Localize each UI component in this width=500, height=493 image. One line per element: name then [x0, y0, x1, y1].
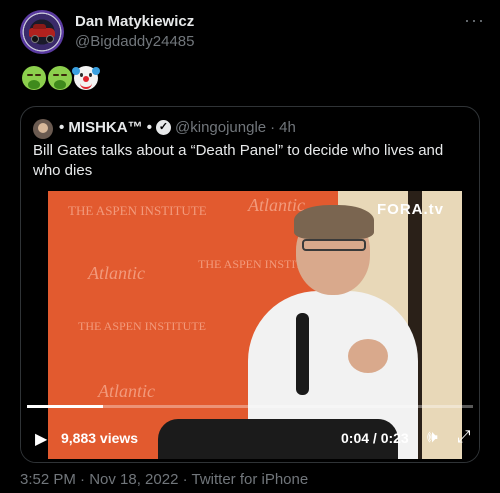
tweet-timestamp[interactable]: 3:52 PM · Nov 18, 2022 · Twitter for iPh…: [20, 471, 308, 488]
video-watermark: Atlantic: [98, 381, 155, 401]
video-frame: THE ASPEN INSTITUTE THE ASPEN INSTITUTE …: [48, 191, 462, 459]
clown-face-icon: [72, 66, 100, 90]
verified-badge-icon: ✓: [156, 120, 172, 135]
nauseated-face-icon: [48, 66, 72, 90]
author-avatar[interactable]: [20, 10, 64, 54]
speaker-glasses: [302, 239, 366, 251]
quoted-tweet-time[interactable]: 4h: [279, 119, 296, 136]
video-progress-fill: [27, 405, 103, 408]
video-watermark: THE ASPEN INSTITUTE: [68, 203, 207, 218]
quoted-tweet-card[interactable]: • MISHKA™ • ✓ @kingojungle · 4h Bill Gat…: [20, 106, 480, 463]
video-player[interactable]: THE ASPEN INSTITUTE THE ASPEN INSTITUTE …: [21, 189, 479, 462]
speaker-hair: [294, 205, 374, 239]
tweet-emojis: [22, 66, 100, 90]
author-handle[interactable]: @Bigdaddy24485: [75, 33, 195, 50]
fullscreen-icon[interactable]: ⤢: [457, 427, 471, 447]
quoted-author-name[interactable]: • MISHKA™ •: [59, 119, 152, 136]
volume-icon[interactable]: 🕪: [427, 427, 438, 447]
channel-logo: FORA.tv: [377, 201, 444, 218]
view-count: 9,883 views: [61, 430, 139, 446]
video-watermark: Atlantic: [88, 263, 145, 283]
quoted-tweet-text: Bill Gates talks about a “Death Panel” t…: [33, 142, 444, 179]
more-options-icon[interactable]: ···: [464, 10, 485, 31]
video-time: 0:04 / 0:23: [341, 430, 409, 446]
microphone: [296, 313, 309, 395]
author-name[interactable]: Dan Matykiewicz: [75, 13, 194, 30]
video-progress-bar[interactable]: [27, 405, 473, 408]
avatar-wheel: [46, 35, 54, 43]
video-watermark: THE ASPEN INSTITUTE: [78, 319, 206, 333]
play-icon[interactable]: ▶: [35, 429, 47, 449]
quoted-author-row: • MISHKA™ • ✓ @kingojungle · 4h: [59, 119, 296, 136]
quoted-author-handle[interactable]: @kingojungle: [175, 119, 266, 136]
separator-dot: ·: [270, 119, 276, 136]
speaker-hand: [348, 339, 388, 373]
avatar-wheel: [31, 35, 39, 43]
quoted-author-avatar[interactable]: [33, 119, 53, 139]
nauseated-face-icon: [22, 66, 46, 90]
